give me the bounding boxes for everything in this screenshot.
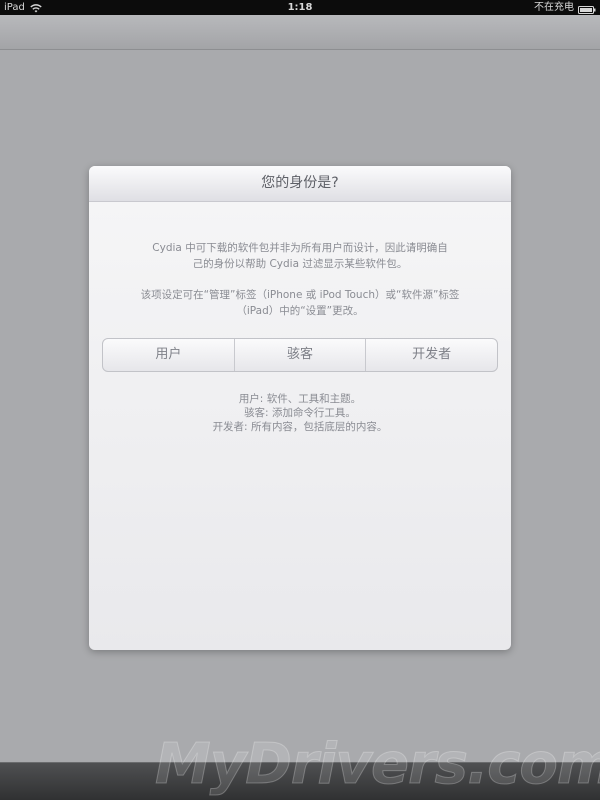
segment-user[interactable]: 用户 — [103, 339, 235, 371]
watermark: MyDrivers.com — [155, 732, 600, 798]
role-description-hacker: 骇客: 添加命令行工具。 — [244, 407, 356, 419]
ipad-screen: iPad 1:18 不在充电 您的身份是? Cydia 中可下载的软件包并非为所… — [0, 0, 600, 800]
charging-status: 不在充电 — [534, 2, 574, 13]
status-right: 不在充电 — [534, 0, 596, 15]
battery-icon — [578, 4, 596, 14]
dialog-intro-text: Cydia 中可下载的软件包并非为所有用户而设计，因此请明确自己的身份以帮助 C… — [152, 242, 448, 270]
status-time: 1:18 — [287, 2, 313, 13]
segment-developer[interactable]: 开发者 — [366, 339, 497, 371]
dialog-setting-note: 该项设定可在“管理”标签（iPhone 或 iPod Touch）或“软件源”标… — [140, 289, 460, 317]
role-descriptions: 用户: 软件、工具和主题。 骇客: 添加命令行工具。 开发者: 所有内容，包括底… — [89, 392, 511, 434]
role-description-developer: 开发者: 所有内容，包括底层的内容。 — [212, 421, 388, 433]
status-bar: iPad 1:18 不在充电 — [0, 0, 600, 15]
identity-dialog: 您的身份是? Cydia 中可下载的软件包并非为所有用户而设计，因此请明确自己的… — [89, 166, 511, 650]
role-description-user: 用户: 软件、工具和主题。 — [238, 393, 362, 405]
identity-segmented-control: 用户 骇客 开发者 — [102, 338, 498, 372]
dialog-title: 您的身份是? — [89, 166, 511, 202]
segment-hacker[interactable]: 骇客 — [235, 339, 367, 371]
navigation-bar — [0, 15, 600, 50]
